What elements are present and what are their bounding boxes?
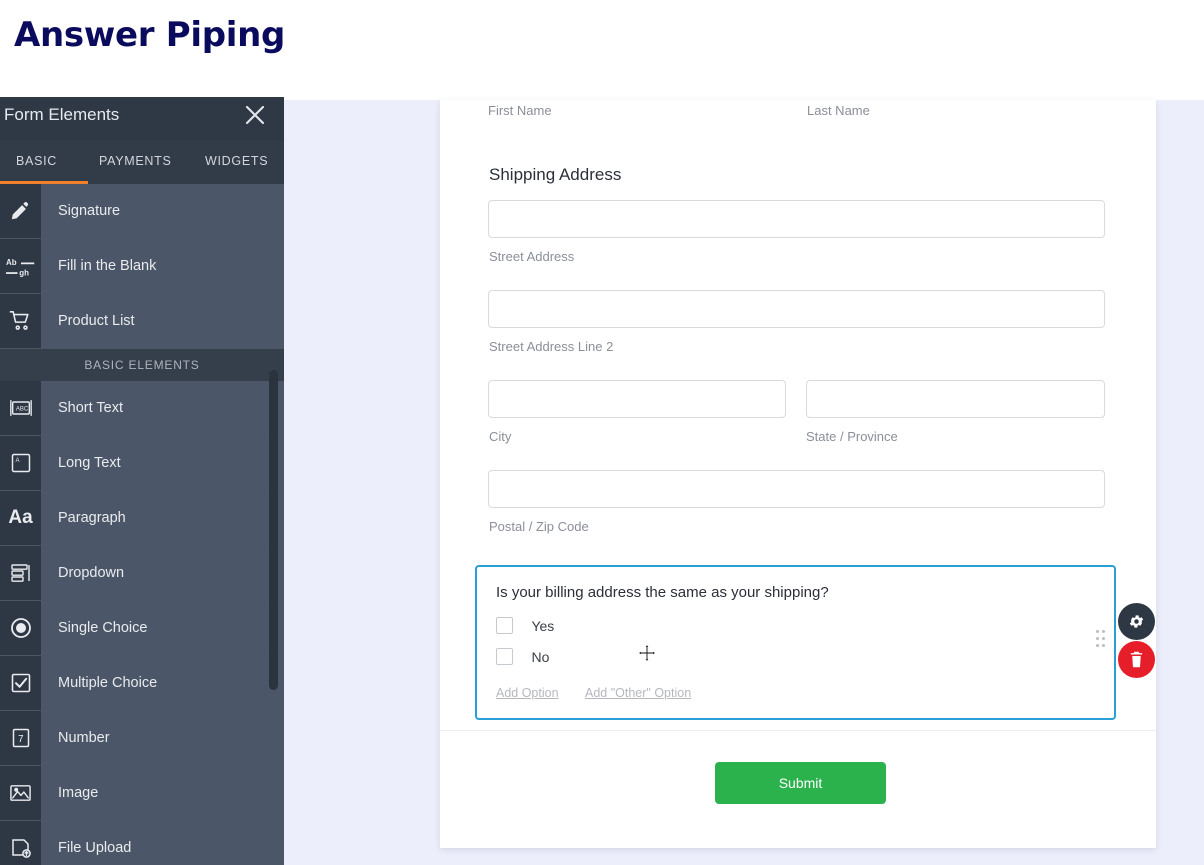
trash-icon [1129, 651, 1144, 668]
svg-text:A: A [15, 458, 19, 464]
list-item-label: Short Text [41, 381, 284, 435]
checkbox-no[interactable] [496, 648, 513, 666]
gear-icon [1128, 613, 1145, 630]
list-item-label: Single Choice [41, 601, 284, 655]
street-address-line2-caption: Street Address Line 2 [489, 339, 614, 354]
element-list: Signature Ab gh Fill in the Blank Produc… [0, 184, 284, 865]
page-title: Answer Piping [14, 15, 286, 55]
name-field-row: First Name Last Name [440, 100, 1156, 142]
option-actions: Add Option Add "Other" Option [496, 684, 713, 702]
city-input[interactable] [488, 380, 786, 418]
list-item-label: Number [41, 711, 284, 765]
list-item-label: Multiple Choice [41, 656, 284, 710]
svg-text:gh: gh [19, 269, 29, 277]
number-seven-icon: 7 [0, 711, 41, 765]
billing-question-label: Is your billing address the same as your… [496, 584, 829, 601]
list-item-label: Fill in the Blank [41, 239, 284, 293]
shopping-cart-icon [0, 294, 41, 348]
form-footer-divider [440, 730, 1156, 731]
question-settings-button[interactable] [1118, 603, 1155, 640]
svg-text:ABC: ABC [15, 406, 28, 412]
screenshot-root: Answer Piping First Name Last Name Shipp… [0, 0, 1204, 865]
list-item-number[interactable]: 7 Number [0, 711, 284, 766]
form-elements-panel: Form Elements BASIC PAYMENTS WIDGETS Sig… [0, 97, 284, 865]
fill-blank-icon: Ab gh [0, 239, 41, 293]
list-item-paragraph[interactable]: Aa Paragraph [0, 491, 284, 546]
dropdown-icon [0, 546, 41, 600]
close-icon[interactable] [242, 102, 268, 128]
list-item-label: Long Text [41, 436, 284, 490]
long-text-icon: A [0, 436, 41, 490]
tab-widgets[interactable]: WIDGETS [205, 154, 268, 168]
state-province-input[interactable] [806, 380, 1105, 418]
option-label-yes: Yes [531, 617, 555, 634]
list-item-label: Product List [41, 294, 284, 348]
signature-pen-icon [0, 184, 41, 238]
panel-tabs: BASIC PAYMENTS WIDGETS [0, 141, 284, 184]
svg-text:7: 7 [18, 734, 24, 745]
list-item-dropdown[interactable]: Dropdown [0, 546, 284, 601]
checkbox-yes[interactable] [496, 617, 513, 635]
short-text-icon: ABC [0, 381, 41, 435]
list-item-file-upload[interactable]: File Upload [0, 821, 284, 865]
add-option-link[interactable]: Add Option [496, 686, 559, 700]
list-item-label: File Upload [41, 821, 284, 865]
street-address-line2-input[interactable] [488, 290, 1105, 328]
list-item-multiple-choice[interactable]: Multiple Choice [0, 656, 284, 711]
option-row-yes[interactable]: Yes [496, 617, 554, 635]
panel-header: Form Elements [0, 97, 284, 141]
radio-circle-icon [0, 601, 41, 655]
checkbox-check-icon [0, 656, 41, 710]
paragraph-aa-icon: Aa [0, 491, 41, 545]
panel-scrollbar[interactable] [269, 370, 278, 690]
list-item-label: Signature [41, 184, 284, 238]
list-item-label: Paragraph [41, 491, 284, 545]
option-label-no: No [531, 648, 550, 665]
city-caption: City [489, 429, 512, 444]
list-item-image[interactable]: Image [0, 766, 284, 821]
svg-text:Ab: Ab [6, 258, 17, 267]
list-item-signature[interactable]: Signature [0, 184, 284, 239]
list-item-short-text[interactable]: ABC Short Text [0, 381, 284, 436]
form-preview-card: First Name Last Name Shipping Address St… [440, 100, 1156, 848]
state-province-caption: State / Province [806, 429, 898, 444]
image-picture-icon [0, 766, 41, 820]
list-item-fill-in-the-blank[interactable]: Ab gh Fill in the Blank [0, 239, 284, 294]
list-item-long-text[interactable]: A Long Text [0, 436, 284, 491]
group-heading-basic-elements: BASIC ELEMENTS [0, 349, 284, 381]
tab-payments[interactable]: PAYMENTS [99, 154, 172, 168]
page-header: Answer Piping [0, 0, 1204, 100]
add-other-option-link[interactable]: Add "Other" Option [585, 686, 691, 700]
shipping-address-heading: Shipping Address [489, 165, 622, 184]
panel-title: Form Elements [4, 105, 120, 124]
tab-basic[interactable]: BASIC [16, 154, 57, 168]
first-name-caption: First Name [488, 103, 552, 118]
option-row-no[interactable]: No [496, 648, 549, 666]
list-item-label: Dropdown [41, 546, 284, 600]
street-address-caption: Street Address [489, 249, 575, 264]
file-upload-icon [0, 821, 41, 865]
billing-question-block[interactable]: Is your billing address the same as your… [475, 565, 1116, 720]
list-item-single-choice[interactable]: Single Choice [0, 601, 284, 656]
list-item-label: Image [41, 766, 284, 820]
question-delete-button[interactable] [1118, 641, 1155, 678]
last-name-caption: Last Name [807, 103, 870, 118]
postal-zip-input[interactable] [488, 470, 1105, 508]
postal-zip-caption: Postal / Zip Code [489, 519, 589, 534]
list-item-product-list[interactable]: Product List [0, 294, 284, 349]
submit-button[interactable]: Submit [715, 762, 886, 804]
street-address-input[interactable] [488, 200, 1105, 238]
drag-grip-icon[interactable] [1096, 630, 1105, 654]
